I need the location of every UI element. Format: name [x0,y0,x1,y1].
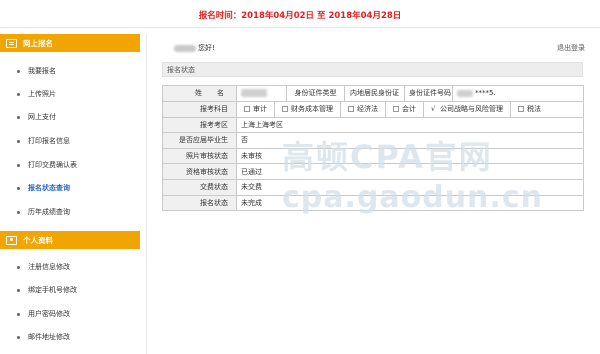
subject-tax-law: 税法 [511,102,548,116]
checkbox-icon [393,106,399,113]
exam-area-value: 上海上海考区 [236,116,584,134]
payment-status-value: 未交费 [236,178,584,196]
checkbox-icon [518,106,524,113]
registration-period: 报名时间：2018年04月02日 至 2018年04月28日 [198,11,402,21]
checkmark-icon: √ [431,105,436,114]
subject-label: 财务成本管理 [291,105,333,114]
id-number-label: 身份证件号码 [404,85,453,102]
qualification-review-label: 资格审核状态 [162,163,237,180]
registration-status-value: 未完成 [236,194,584,212]
fresh-graduate-label: 是否应届毕业生 [162,132,237,149]
subject-label: 审计 [253,105,267,114]
subject-financial-cost-management: 财务成本管理 [275,102,341,117]
table-row: 资格审核状态 已通过 [162,163,584,180]
sidebar-section-profile: 个人资料 [0,231,140,249]
table-row: 照片审核状态 未审核 [162,147,584,165]
bullet-icon [17,210,20,214]
name-label: 姓 名 [162,85,237,102]
sidebar-item-edit-email[interactable]: 邮件地址修改 [0,326,140,348]
subject-label: 经济法 [357,105,378,114]
bullet-icon [17,312,20,316]
checkbox-icon [348,106,354,113]
subjects-value: 审计 财务成本管理 经济法 会计 √ 公司战略与风险管理 税法 [236,100,584,118]
name-value [236,85,287,102]
logout-link[interactable]: 退出登录 [557,43,585,53]
sidebar-item-label: 报名状态查询 [28,184,70,192]
qualification-review-value: 已通过 [236,163,584,180]
subject-label: 会计 [402,105,416,114]
main-panel: 您好! 退出登录 报名状态 姓 名 身份证件类型 内地居民身份证 身份证件号码 … [146,34,600,354]
sidebar-item-online-payment[interactable]: 网上支付 [0,106,140,128]
sidebar-item-label: 上传照片 [28,90,56,98]
table-row: 是否应届毕业生 否 [162,132,584,149]
sidebar-section-online-registration: 网上报名 [0,34,140,52]
sidebar-item-edit-password[interactable]: 用户密码修改 [0,303,140,325]
table-row: 报考科目 审计 财务成本管理 经济法 会计 √ 公司战略与风险管理 税法 [162,100,584,118]
top-bar: 报名时间：2018年04月02日 至 2018年04月28日 [0,0,600,28]
sidebar-item-label: 打印报名信息 [28,137,70,145]
photo-review-value: 未审核 [236,147,584,165]
subject-label: 税法 [527,105,541,114]
sidebar-item-label: 历年成绩查询 [28,208,70,216]
bullet-icon [17,139,20,143]
bullet-icon [17,163,20,167]
sidebar-item-edit-phone[interactable]: 绑定手机号修改 [0,279,140,301]
section-title: 网上报名 [23,38,53,48]
redacted-name [241,89,267,98]
bullet-icon [17,186,20,190]
payment-status-label: 交费状态 [162,178,237,196]
subjects-label: 报考科目 [162,100,237,118]
registration-status-label: 报名状态 [162,194,237,212]
sidebar-item-label: 绑定手机号修改 [28,286,77,294]
bullet-icon [17,265,20,269]
sidebar-item-label: 我要报名 [28,67,56,75]
monitor-icon [6,38,17,48]
sidebar-item-score-history[interactable]: 历年成绩查询 [0,201,140,223]
id-type-label: 身份证件类型 [286,85,345,102]
sidebar-item-register[interactable]: 我要报名 [0,60,140,82]
section-title: 个人资料 [23,235,53,245]
bullet-icon [17,288,20,292]
subject-economic-law: 经济法 [341,102,386,117]
subject-audit: 审计 [238,102,275,117]
exam-area-label: 报考考区 [162,116,237,134]
sidebar-item-print-payment-confirmation[interactable]: 打印交费确认表 [0,154,140,176]
subject-strategy-risk-management: √ 公司战略与风险管理 [424,102,511,117]
table-row: 交费状态 未交费 [162,178,584,196]
panel-title: 报名状态 [162,62,583,77]
table-row: 姓 名 身份证件类型 内地居民身份证 身份证件号码 ****5. [162,85,584,102]
bullet-icon [17,69,20,73]
sidebar-item-label: 用户密码修改 [28,310,70,318]
fresh-graduate-value: 否 [236,132,584,149]
table-row: 报名状态 未完成 [162,194,584,212]
sidebar-item-upload-photo[interactable]: 上传照片 [0,83,140,105]
subject-list: 审计 财务成本管理 经济法 会计 √ 公司战略与风险管理 税法 [238,102,583,117]
registration-status-table: 姓 名 身份证件类型 内地居民身份证 身份证件号码 ****5. 报考科目 审计… [162,85,584,212]
sidebar-item-label: 网上支付 [28,113,56,121]
greeting-text: 您好! [198,44,215,52]
sidebar-item-registration-status[interactable]: 报名状态查询 [0,177,140,199]
bullet-icon [17,92,20,96]
person-icon [6,235,17,245]
sidebar: 网上报名 我要报名 上传照片 网上支付 打印报名信息 打印交费确认表 报名状态查… [0,34,140,354]
bullet-icon [17,335,20,339]
redacted-username [174,44,196,52]
id-number-value: ****5. [452,85,584,102]
id-type-value: 内地居民身份证 [344,85,405,102]
subject-accounting: 会计 [386,102,424,117]
sidebar-item-edit-registration-info[interactable]: 注册信息修改 [0,256,140,278]
redacted-id-prefix [457,89,473,97]
sidebar-item-label: 注册信息修改 [28,263,70,271]
bullet-icon [17,115,20,119]
greeting: 您好! [174,43,215,53]
sidebar-item-label: 邮件地址修改 [28,333,70,341]
sidebar-item-label: 打印交费确认表 [28,161,77,169]
sidebar-item-print-registration[interactable]: 打印报名信息 [0,130,140,152]
id-number-suffix: ****5. [475,89,496,98]
table-row: 报考考区 上海上海考区 [162,116,584,134]
checkbox-icon [244,106,250,113]
checkbox-icon [282,106,288,113]
subject-label: 公司战略与风险管理 [440,105,503,114]
photo-review-label: 照片审核状态 [162,147,237,165]
